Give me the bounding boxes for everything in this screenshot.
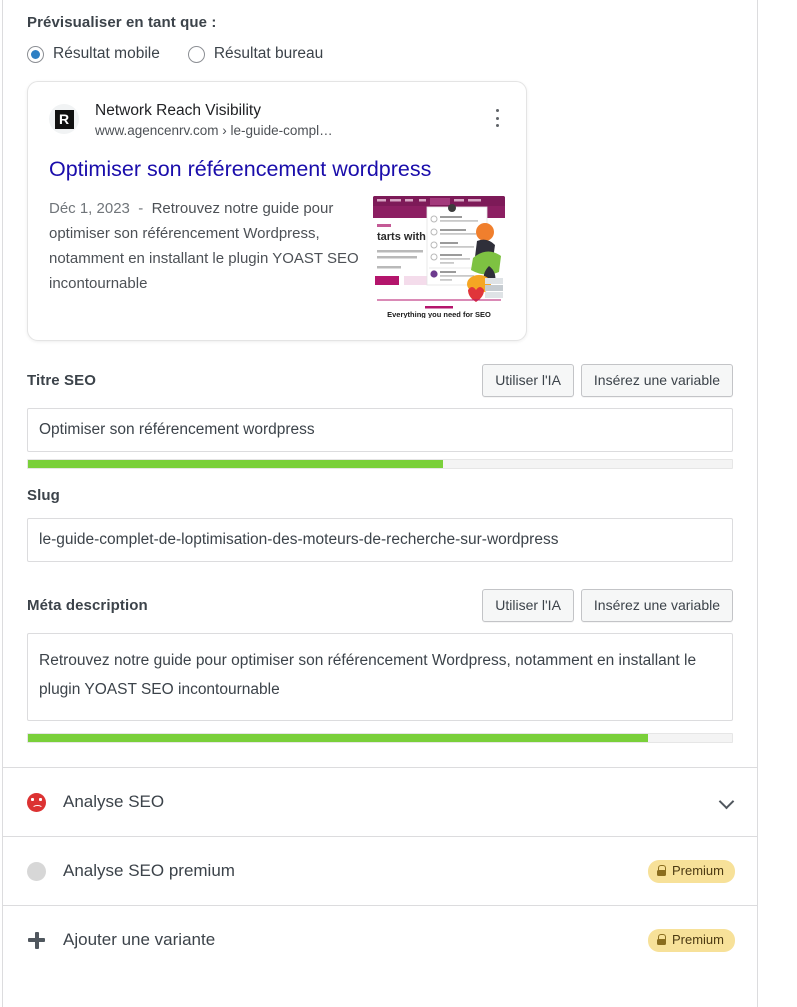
seo-title-insert-variable-button[interactable]: Insérez une variable [580, 364, 733, 397]
lock-icon [656, 865, 667, 876]
meta-description-header: Méta description Utiliser l'IA Insérez u… [27, 589, 733, 622]
radio-option-mobile-label: Résultat mobile [53, 45, 160, 62]
google-snippet-preview-card: R Network Reach Visibility www.agencenrv… [27, 81, 527, 341]
premium-badge-label: Premium [671, 931, 724, 947]
radio-option-mobile[interactable]: Résultat mobile [27, 45, 160, 63]
snippet-url: www.agencenrv.com › le-guide-compl… [95, 123, 333, 138]
thumbnail-graphic: tarts with Everything you need for SEO [373, 196, 505, 318]
radio-selected-icon[interactable] [27, 45, 44, 63]
row-seo-analysis-label: Analyse SEO [63, 792, 165, 811]
preview-section: Prévisualiser en tant que : Résultat mob… [3, 0, 757, 341]
seo-title-label: Titre SEO [27, 372, 96, 389]
radio-unselected-icon[interactable] [187, 45, 205, 63]
row-seo-analysis-left: Analyse SEO [27, 792, 164, 812]
snippet-site-info: Network Reach Visibility www.agencenrv.c… [95, 101, 333, 139]
snippet-site-name: Network Reach Visibility [95, 102, 261, 119]
chevron-down-icon[interactable] [719, 794, 735, 810]
panel-right-border [757, 0, 758, 1007]
meta-description-progress-bar [27, 733, 733, 743]
seo-settings-panel: Prévisualiser en tant que : Résultat mob… [0, 0, 797, 1007]
preview-as-label: Prévisualiser en tant que : [27, 14, 217, 31]
row-add-variant[interactable]: Ajouter une variante Premium [3, 905, 757, 974]
meta-description-progress-fill [28, 734, 648, 742]
seo-title-use-ai-button[interactable]: Utiliser l'IA [482, 364, 574, 397]
row-seo-analysis[interactable]: Analyse SEO [3, 767, 757, 836]
meta-description-label: Méta description [27, 597, 148, 614]
snippet-date: Déc 1, 2023 [49, 200, 130, 217]
seo-title-input[interactable] [27, 408, 733, 452]
svg-text:tarts with: tarts with [377, 231, 426, 243]
more-options-icon[interactable] [489, 109, 505, 127]
snippet-title-link[interactable]: Optimiser son référencement wordpress [49, 156, 505, 183]
snippet-thumbnail: tarts with Everything you need for SEO [373, 196, 505, 318]
row-add-variant-label: Ajouter une variante [63, 930, 216, 949]
slug-header: Slug [27, 483, 733, 507]
row-add-variant-left: Ajouter une variante [27, 930, 215, 950]
seo-title-actions: Utiliser l'IA Insérez une variable [482, 364, 733, 397]
snippet-description: Déc 1, 2023 - Retrouvez notre guide pour… [49, 196, 359, 296]
row-seo-analysis-premium-left: Analyse SEO premium [27, 861, 235, 881]
analysis-rows: Analyse SEO Analyse SEO premium Premium … [3, 767, 757, 974]
seo-fields-section: Titre SEO Utiliser l'IA Insérez une vari… [3, 364, 757, 743]
favicon-letter: R [54, 109, 74, 129]
svg-text:Everything you need for SEO: Everything you need for SEO [387, 310, 491, 318]
row-seo-analysis-premium[interactable]: Analyse SEO premium Premium [3, 836, 757, 905]
panel-content: Prévisualiser en tant que : Résultat mob… [3, 0, 757, 1007]
premium-badge-label: Premium [671, 862, 724, 878]
snippet-body: Déc 1, 2023 - Retrouvez notre guide pour… [49, 196, 505, 318]
plus-icon [27, 931, 46, 950]
slug-label: Slug [27, 486, 60, 504]
site-favicon: R [49, 104, 79, 134]
meta-description-use-ai-button[interactable]: Utiliser l'IA [482, 589, 574, 622]
meta-description-insert-variable-button[interactable]: Insérez une variable [580, 589, 733, 622]
seo-title-progress-bar [27, 459, 733, 469]
premium-badge-seo-analysis[interactable]: Premium [647, 859, 735, 883]
preview-mode-radio-group: Résultat mobile Résultat bureau [27, 45, 733, 63]
slug-input[interactable] [27, 518, 733, 562]
radio-option-desktop-label: Résultat bureau [213, 45, 324, 62]
radio-option-desktop[interactable]: Résultat bureau [187, 45, 324, 63]
meta-description-actions: Utiliser l'IA Insérez une variable [482, 589, 733, 622]
premium-badge-add-variant[interactable]: Premium [647, 928, 735, 952]
seo-title-header: Titre SEO Utiliser l'IA Insérez une vari… [27, 364, 733, 397]
lock-icon [656, 934, 667, 945]
sad-face-icon [27, 792, 46, 812]
row-seo-analysis-premium-label: Analyse SEO premium [63, 861, 235, 880]
seo-title-progress-fill [28, 460, 444, 468]
grey-circle-icon [27, 861, 46, 881]
snippet-header: R Network Reach Visibility www.agencenrv… [49, 101, 505, 139]
meta-description-input[interactable]: Retrouvez notre guide pour optimiser son… [27, 633, 733, 721]
